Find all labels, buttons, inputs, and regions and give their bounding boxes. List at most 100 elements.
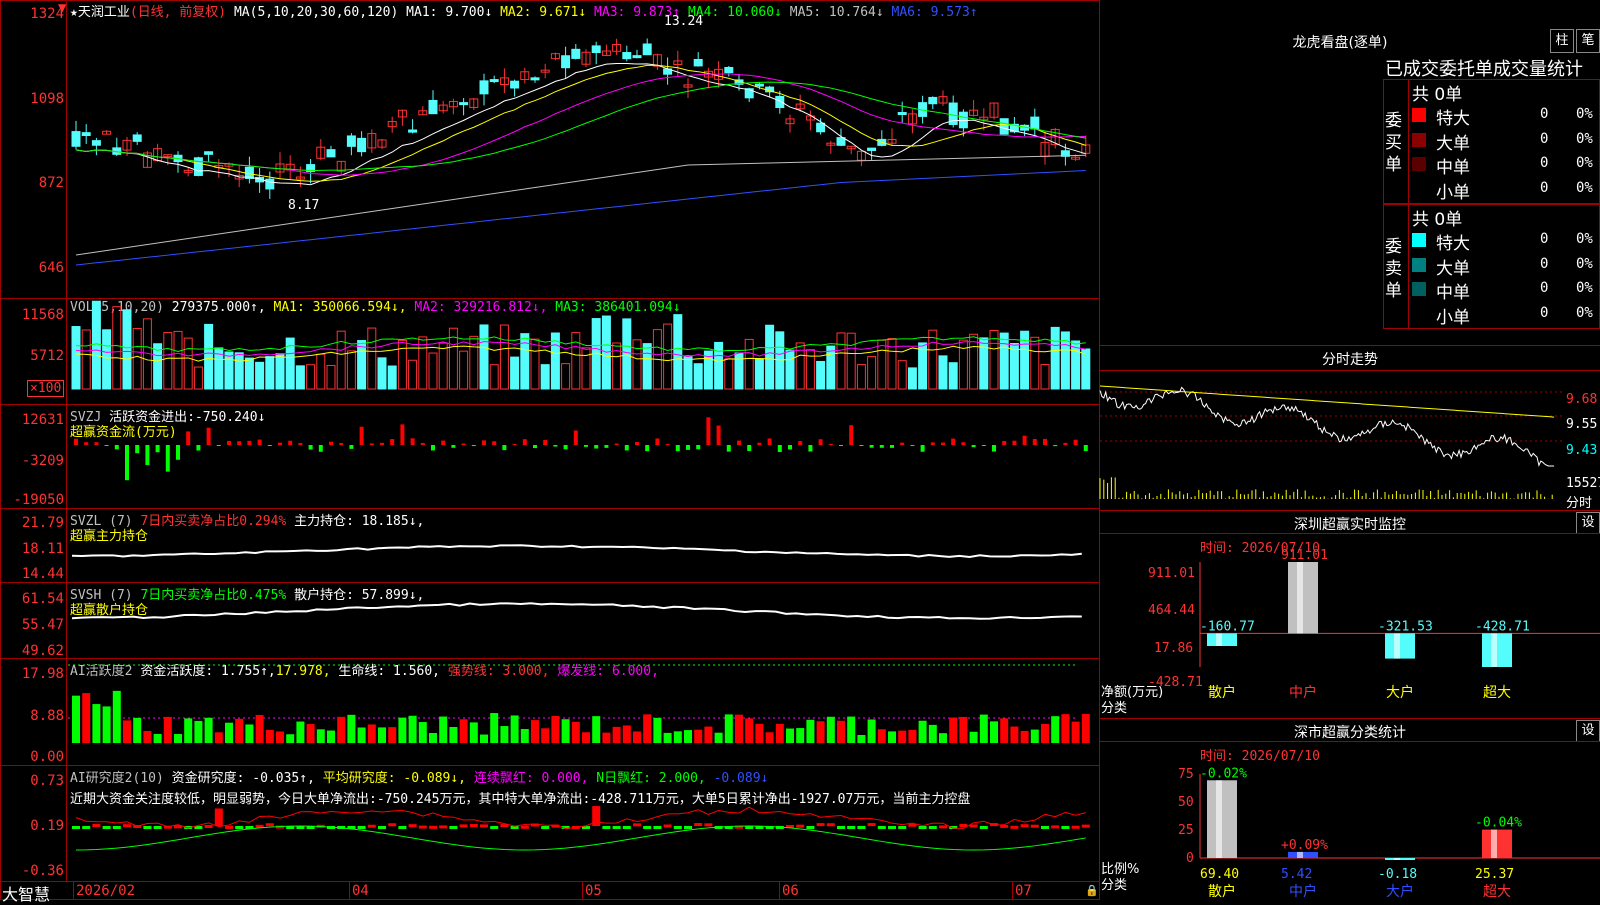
flow-bar <box>135 445 140 454</box>
flow-bar <box>981 445 986 446</box>
activity-chart[interactable] <box>68 659 1098 765</box>
volume-bar <box>275 353 285 390</box>
bar-mode-button[interactable]: 柱 <box>1550 29 1574 53</box>
candle-body <box>622 52 632 60</box>
svzl-axis-label: 21.79 <box>21 515 64 531</box>
pane-separator <box>0 881 1100 882</box>
classify-settings-button[interactable]: 设 <box>1576 720 1600 742</box>
holding-line <box>71 602 1082 620</box>
research-bar <box>82 826 91 829</box>
monitor-bar-chart[interactable]: -160.77 散户 911.01 中户 -321.53 大户 -428.71 超大 <box>1199 548 1600 718</box>
flow-bar <box>227 440 231 445</box>
fund-flow-chart[interactable] <box>68 405 1098 508</box>
fenshi-unit[interactable]: 分时 <box>1566 492 1592 511</box>
candle-body <box>204 151 214 155</box>
flow-bar <box>318 445 323 452</box>
monitor-settings-button[interactable]: 设 <box>1576 512 1600 534</box>
buy-row-name: 小单 <box>1436 182 1470 203</box>
volume-bar <box>132 327 142 390</box>
flow-bar <box>359 426 364 445</box>
research-bar <box>214 808 223 826</box>
flow-bar <box>267 445 272 446</box>
volume-bar <box>877 339 887 390</box>
research-bar <box>694 823 703 827</box>
main-holding-chart[interactable] <box>68 509 1098 582</box>
activity-bar <box>1010 726 1019 743</box>
activity-bar <box>847 716 856 743</box>
flow-bar <box>420 442 425 445</box>
activity-bar <box>969 731 978 743</box>
candle-body <box>265 178 275 190</box>
ai1-axis-label: 0.00 <box>30 749 64 765</box>
category-bar-highlight <box>1394 858 1400 860</box>
activity-bar <box>143 730 152 743</box>
activity-bar <box>694 729 703 743</box>
volume-bar <box>1050 326 1060 390</box>
research-bar <box>439 825 448 829</box>
monitor-axis-label: 911.01 <box>1148 566 1195 581</box>
sell-row-name: 中单 <box>1436 283 1470 303</box>
candlestick-chart[interactable] <box>68 0 1098 298</box>
candle-body <box>346 135 356 147</box>
volume-bar <box>907 367 917 390</box>
flow-bar <box>665 444 670 446</box>
retail-holding-chart[interactable] <box>68 583 1098 658</box>
activity-bar <box>775 723 784 743</box>
tick-mode-button[interactable]: 笔 <box>1576 29 1600 53</box>
research-bar <box>408 824 417 828</box>
sell-orders-label: 委卖单 <box>1385 236 1405 302</box>
date-tick-label: 04 <box>352 883 369 899</box>
volume-bar <box>1081 348 1091 390</box>
lock-icon[interactable]: 🔒 <box>1085 884 1099 897</box>
research-bar <box>826 823 835 827</box>
flow-bar <box>400 424 405 445</box>
classify-bar-chart[interactable]: -0.02% 散户69.40 +0.09% 中户5.42 大户-0.18 -0.04% 超大… <box>1199 760 1600 900</box>
flow-bar <box>951 438 956 445</box>
brand-label[interactable]: 大智慧 <box>2 881 50 905</box>
research-bar <box>449 826 458 829</box>
flow-bar <box>808 445 813 452</box>
research-bar <box>418 825 427 829</box>
activity-bar <box>724 714 733 743</box>
intraday-chart[interactable] <box>1099 371 1565 509</box>
flow-bar <box>308 445 313 450</box>
buy-color-swatch <box>1412 132 1426 147</box>
volume-bar <box>1030 336 1040 390</box>
activity-bar <box>235 718 244 743</box>
flow-bar <box>329 441 333 445</box>
volume-bar <box>897 360 907 390</box>
research-bar <box>928 826 937 829</box>
flow-bar <box>145 445 150 465</box>
volume-bar <box>683 355 693 390</box>
volume-bar <box>856 364 866 390</box>
activity-bar <box>1000 718 1009 743</box>
volume-chart[interactable] <box>68 299 1098 404</box>
research-bar <box>1020 824 1029 828</box>
volume-bar <box>336 330 346 390</box>
research-bar <box>490 826 499 829</box>
research-bar <box>979 826 988 829</box>
volume-bar <box>540 364 550 390</box>
table-divider <box>1408 79 1409 329</box>
research-chart[interactable] <box>68 766 1098 881</box>
vertical-label-char: 卖 <box>1385 259 1402 279</box>
volume-bar <box>836 332 846 390</box>
activity-bar <box>296 721 305 743</box>
activity-bar <box>469 722 478 743</box>
research-bar <box>888 826 896 829</box>
research-bar <box>704 823 713 827</box>
research-bar <box>459 824 468 828</box>
stats-tabs[interactable]: 已成交委托单成交量统计 <box>1385 55 1599 81</box>
volume-bar <box>479 324 489 390</box>
vol-unit[interactable]: ×100 <box>27 380 65 397</box>
flow-bar <box>380 442 384 445</box>
bar-bottom-label: 69.40 <box>1200 867 1239 882</box>
category-label: 中户 <box>1289 684 1317 701</box>
research-bar <box>204 824 213 828</box>
price-axis-label: 872 <box>38 175 64 191</box>
flow-bar <box>94 442 99 445</box>
ma-line <box>75 154 1086 256</box>
activity-bar <box>184 718 193 743</box>
flow-bar <box>859 445 864 446</box>
price-axis-label: 646 <box>38 260 64 276</box>
